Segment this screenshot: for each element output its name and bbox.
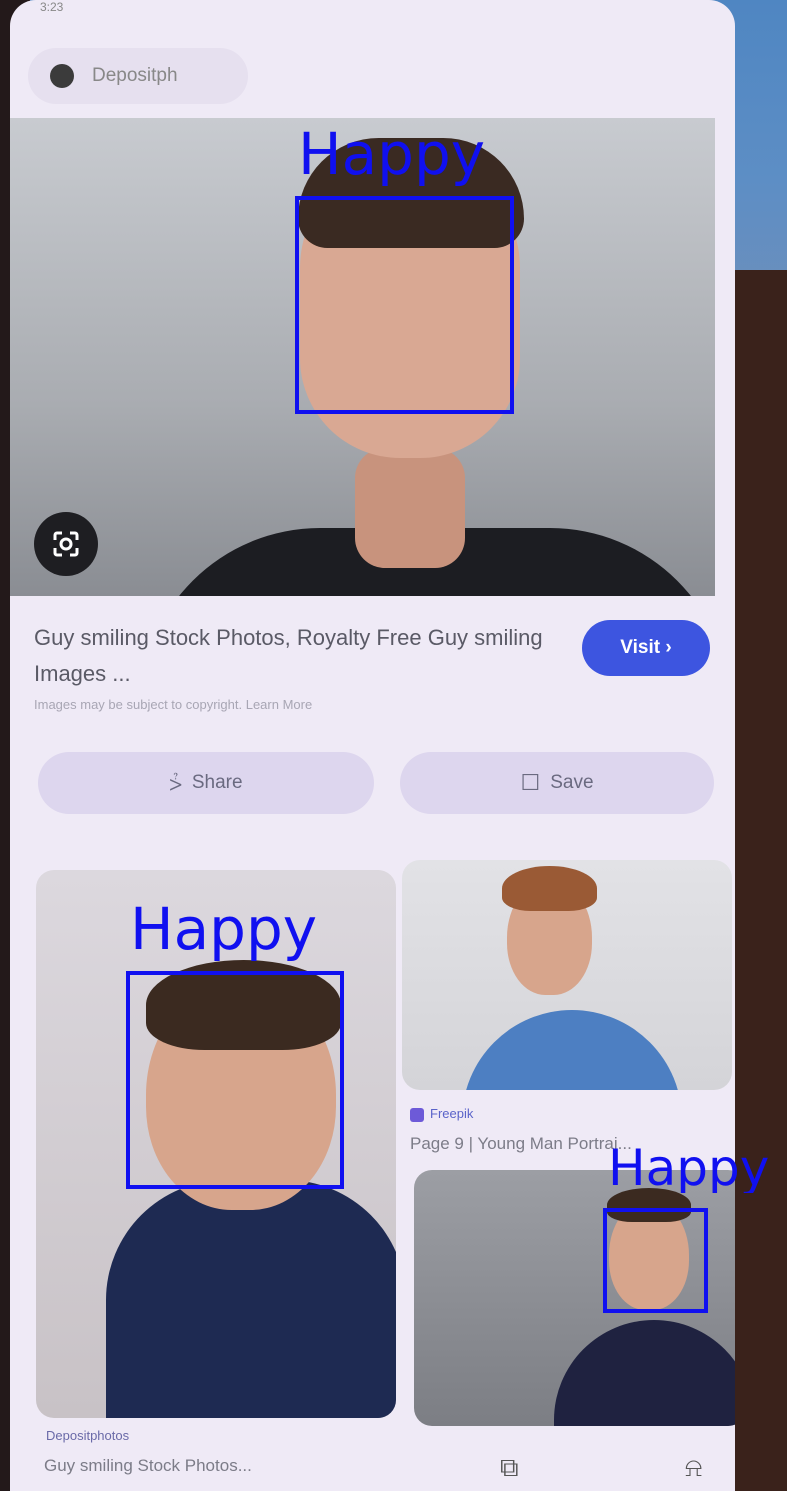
status-time: 3:23 bbox=[40, 0, 64, 14]
person-shirt bbox=[554, 1320, 735, 1426]
notifications-icon[interactable]: ⍾ bbox=[685, 1452, 702, 1484]
tabs-icon[interactable]: ⧉ bbox=[500, 1452, 519, 1484]
address-text: Depositph bbox=[92, 65, 178, 86]
related-image-2[interactable] bbox=[402, 860, 732, 1090]
face-detection-box-1 bbox=[295, 196, 514, 414]
copyright-note[interactable]: Images may be subject to copyright. Lear… bbox=[34, 697, 312, 712]
freepik-icon bbox=[410, 1107, 424, 1122]
share-icon: ⩼ bbox=[169, 770, 182, 795]
face-detection-label-1: Happy bbox=[298, 120, 486, 188]
address-bar[interactable]: Depositph bbox=[28, 48, 248, 104]
lens-button[interactable] bbox=[34, 512, 98, 576]
related-source-1[interactable]: Depositphotos bbox=[46, 1428, 129, 1443]
related-source-2[interactable]: Freepik bbox=[410, 1106, 473, 1122]
face-detection-box-3 bbox=[603, 1208, 708, 1313]
person-hair bbox=[502, 866, 597, 911]
related-source-1-label: Depositphotos bbox=[46, 1428, 130, 1443]
face-detection-box-2 bbox=[126, 971, 344, 1189]
bottom-nav: ⧉ ⍾ bbox=[470, 1442, 730, 1491]
status-bar: 3:23 bbox=[40, 0, 63, 20]
person-shirt bbox=[462, 1010, 682, 1090]
face-detection-label-2: Happy bbox=[130, 895, 318, 963]
share-button[interactable]: ⩼ Share bbox=[38, 752, 374, 814]
related-title-2[interactable]: Page 9 | Young Man Portrai... bbox=[410, 1134, 632, 1154]
person-jacket bbox=[106, 1180, 396, 1418]
save-label: Save bbox=[550, 772, 594, 793]
related-source-2-label: Freepik bbox=[430, 1106, 474, 1121]
lens-icon bbox=[53, 531, 79, 557]
share-label: Share bbox=[191, 772, 243, 793]
related-title-1[interactable]: Guy smiling Stock Photos... bbox=[44, 1456, 252, 1476]
hero-neck bbox=[355, 448, 465, 568]
save-button[interactable]: ☐ Save bbox=[400, 752, 714, 814]
result-title[interactable]: Guy smiling Stock Photos, Royalty Free G… bbox=[34, 620, 564, 692]
visit-button[interactable]: Visit › bbox=[582, 620, 710, 676]
face-detection-label-3: Happy bbox=[608, 1143, 770, 1193]
bookmark-icon: ☐ bbox=[520, 770, 541, 795]
site-favicon-icon bbox=[50, 64, 74, 88]
